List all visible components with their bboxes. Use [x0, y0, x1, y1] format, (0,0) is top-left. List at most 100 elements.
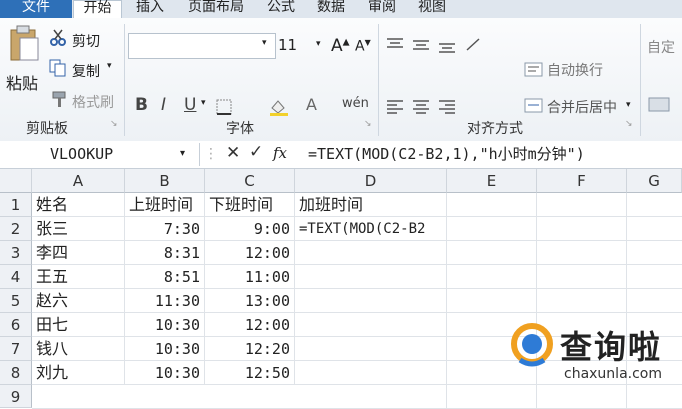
select-all-corner[interactable] [0, 169, 32, 193]
font-group-label: 字体 [226, 121, 254, 137]
separator [124, 24, 125, 136]
copy-button[interactable]: 复制 [72, 61, 100, 81]
cell-d2-editing[interactable]: =TEXT(MOD(C2-B2 [295, 217, 447, 241]
row-header[interactable]: 9 [0, 385, 32, 408]
cell-c7[interactable]: 12:20 [205, 337, 295, 361]
watermark-logo: 查询啦 chaxunla.com [506, 318, 682, 390]
alignment-launcher-icon[interactable]: ↘ [625, 119, 633, 129]
paste-icon[interactable] [8, 24, 42, 64]
cell-c6[interactable]: 12:00 [205, 313, 295, 337]
font-color-icon[interactable]: A [306, 95, 317, 114]
phonetic-guide-button[interactable]: wén [342, 96, 369, 111]
bold-button[interactable]: B [135, 95, 148, 115]
row-header[interactable]: 2 [0, 217, 32, 241]
cancel-entry-icon[interactable]: ✕ [226, 143, 240, 163]
font-size-chevron-icon: ▾ [316, 39, 321, 49]
tab-home[interactable]: 开始 [73, 0, 122, 18]
cell-a8[interactable]: 刘九 [32, 361, 125, 385]
row-header[interactable]: 6 [0, 313, 32, 337]
cell-a7[interactable]: 钱八 [32, 337, 125, 361]
cell-d1[interactable]: 加班时间 [295, 193, 447, 217]
cell-a3[interactable]: 李四 [32, 241, 125, 265]
cell-b3[interactable]: 8:31 [125, 241, 205, 265]
cell-b4[interactable]: 8:51 [125, 265, 205, 289]
tab-file[interactable]: 文件 [0, 0, 72, 18]
column-header-c[interactable]: C [205, 169, 295, 193]
cell-b5[interactable]: 11:30 [125, 289, 205, 313]
cell-c3[interactable]: 12:00 [205, 241, 295, 265]
cut-button[interactable]: 剪切 [72, 31, 100, 51]
font-size-value: 11 [278, 36, 298, 54]
tab-review[interactable]: 审阅 [364, 0, 400, 18]
wrap-text-button[interactable]: 自动换行 [547, 60, 603, 80]
cell-a1[interactable]: 姓名 [32, 193, 125, 217]
row-header[interactable]: 4 [0, 265, 32, 289]
column-header-a[interactable]: A [32, 169, 125, 193]
fill-color-icon[interactable] [268, 98, 290, 116]
row-header[interactable]: 5 [0, 289, 32, 313]
column-header-d[interactable]: D [295, 169, 447, 193]
cell-a6[interactable]: 田七 [32, 313, 125, 337]
horizontal-align-icons[interactable] [385, 98, 485, 116]
font-name-chevron-icon[interactable]: ▾ [262, 38, 267, 48]
formula-bar-handle-icon: ⋮ [204, 146, 218, 162]
cell-b6[interactable]: 10:30 [125, 313, 205, 337]
cell-b1[interactable]: 上班时间 [125, 193, 205, 217]
italic-button[interactable]: I [161, 95, 166, 115]
format-painter-icon [52, 91, 66, 107]
tab-page-layout[interactable]: 页面布局 [181, 0, 251, 18]
ribbon-tabs: 文件 开始 插入 页面布局 公式 数据 审阅 视图 [0, 0, 682, 18]
cell-a5[interactable]: 赵六 [32, 289, 125, 313]
merge-center-button[interactable]: 合并后居中 [547, 97, 617, 117]
copy-icon [49, 59, 66, 77]
cell-b7[interactable]: 10:30 [125, 337, 205, 361]
tab-view[interactable]: 视图 [414, 0, 450, 18]
font-size-select[interactable]: 11 ▾ [274, 33, 326, 59]
tab-insert[interactable]: 插入 [132, 0, 168, 18]
shrink-font-icon[interactable]: A▼ [355, 38, 371, 55]
grow-font-icon[interactable]: A▲ [331, 36, 350, 56]
underline-chevron-icon[interactable]: ▾ [201, 98, 206, 108]
currency-format-icon[interactable] [648, 96, 672, 114]
cell-a2[interactable]: 张三 [32, 217, 125, 241]
cell-b8[interactable]: 10:30 [125, 361, 205, 385]
tab-data[interactable]: 数据 [313, 0, 349, 18]
magnifier-logo-icon [511, 323, 553, 367]
separator [640, 24, 641, 136]
insert-function-button[interactable]: fx [273, 144, 287, 162]
merge-chevron-icon[interactable]: ▾ [626, 100, 631, 110]
ribbon: 粘贴 剪切 复制 ▾ 格式刷 剪贴板 ↘ ▾ 11 ▾ A▲ A▼ B I U … [0, 18, 682, 142]
formula-bar: VLOOKUP ▾ ⋮ ✕ ✓ fx =TEXT(MOD(C2-B2,1),"h… [0, 141, 682, 169]
font-name-select[interactable] [128, 33, 276, 59]
cell-c8[interactable]: 12:50 [205, 361, 295, 385]
clipboard-launcher-icon[interactable]: ↘ [110, 119, 118, 129]
font-launcher-icon[interactable]: ↘ [364, 119, 372, 129]
cell-c4[interactable]: 11:00 [205, 265, 295, 289]
number-format-select[interactable]: 自定 [647, 37, 675, 57]
name-box-chevron-icon[interactable]: ▾ [180, 148, 185, 159]
vertical-align-icons[interactable] [385, 36, 485, 54]
separator [378, 24, 379, 136]
cell-c2[interactable]: 9:00 [205, 217, 295, 241]
tab-formulas[interactable]: 公式 [263, 0, 299, 18]
confirm-entry-icon[interactable]: ✓ [249, 142, 263, 162]
column-header-b[interactable]: B [125, 169, 205, 193]
paste-button[interactable]: 粘贴 [6, 70, 38, 94]
underline-button[interactable]: U [184, 95, 196, 115]
column-d-gridlines [295, 264, 447, 385]
copy-dropdown-chevron-icon[interactable]: ▾ [107, 61, 112, 71]
row-header[interactable]: 3 [0, 241, 32, 265]
borders-icon[interactable] [215, 98, 235, 116]
cell-b2[interactable]: 7:30 [125, 217, 205, 241]
row-header[interactable]: 8 [0, 361, 32, 385]
watermark-url: chaxunla.com [564, 366, 662, 382]
name-box[interactable]: VLOOKUP [0, 143, 200, 166]
cell-a4[interactable]: 王五 [32, 265, 125, 289]
formula-input[interactable]: =TEXT(MOD(C2-B2,1),"h小时m分钟") [308, 143, 585, 166]
row-header[interactable]: 7 [0, 337, 32, 361]
alignment-group-label: 对齐方式 [467, 121, 523, 137]
row-header[interactable]: 1 [0, 193, 32, 217]
cell-c5[interactable]: 13:00 [205, 289, 295, 313]
format-painter-button[interactable]: 格式刷 [72, 92, 114, 112]
cell-c1[interactable]: 下班时间 [205, 193, 295, 217]
